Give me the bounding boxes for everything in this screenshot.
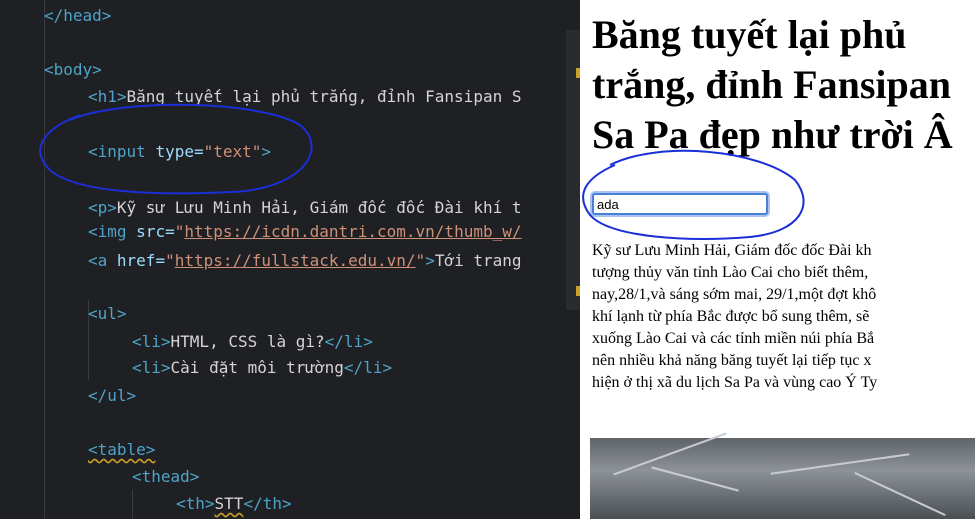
code-string: " bbox=[415, 251, 426, 270]
code-line-input[interactable]: <input type="text"> bbox=[88, 142, 271, 162]
code-line-a[interactable]: <a href="https://fullstack.edu.vn/">Tới … bbox=[88, 251, 522, 271]
code-line-ul-open[interactable]: <ul> bbox=[88, 304, 127, 324]
code-line-p[interactable]: <p>Kỹ sư Lưu Minh Hải, Giám đốc đốc Đài … bbox=[88, 198, 521, 218]
code-attr: src= bbox=[136, 222, 175, 241]
code-token: <li> bbox=[132, 358, 171, 377]
code-token: <body> bbox=[44, 60, 102, 79]
code-line-thead[interactable]: <thead> bbox=[132, 467, 199, 487]
code-line-body-open[interactable]: <body> bbox=[44, 60, 102, 80]
code-token: <a bbox=[88, 251, 108, 270]
code-token: <li> bbox=[132, 332, 171, 351]
indent-guide bbox=[132, 490, 133, 519]
code-line-li2[interactable]: <li>Cài đặt môi trường</li> bbox=[132, 358, 392, 378]
code-token: > bbox=[425, 251, 435, 270]
code-line-table[interactable]: <table> bbox=[88, 440, 155, 460]
code-text: Băng tuyết lại phủ trắng, đỉnh Fansipan … bbox=[126, 87, 522, 106]
code-text: Cài đặt môi trường bbox=[170, 358, 344, 377]
code-token: <table> bbox=[88, 440, 156, 459]
frost-twig bbox=[613, 432, 727, 476]
code-token: <thead> bbox=[132, 467, 200, 486]
code-token: </th> bbox=[243, 494, 292, 513]
code-line-li1[interactable]: <li>HTML, CSS là gì?</li> bbox=[132, 332, 373, 352]
code-line-img[interactable]: <img src="https://icdn.dantri.com.vn/thu… bbox=[88, 222, 522, 242]
code-token: <ul> bbox=[88, 304, 127, 323]
code-string: "text" bbox=[203, 142, 262, 161]
code-token: </li> bbox=[343, 358, 393, 377]
code-token: <input bbox=[88, 142, 146, 161]
frost-twig bbox=[651, 466, 739, 492]
frost-twig bbox=[854, 471, 946, 517]
code-string: " bbox=[165, 251, 175, 270]
code-token: <img bbox=[88, 222, 127, 241]
code-token: > bbox=[261, 142, 272, 161]
code-line-ul-close[interactable]: </ul> bbox=[88, 386, 136, 406]
code-editor[interactable]: </head> <body> <h1>Băng tuyết lại phủ tr… bbox=[0, 0, 580, 519]
frost-twig bbox=[770, 453, 910, 475]
text-input[interactable] bbox=[592, 193, 768, 215]
code-attr: type= bbox=[155, 142, 204, 161]
code-text: Tới trang bbox=[434, 251, 522, 270]
code-url[interactable]: https://fullstack.edu.vn/ bbox=[175, 251, 416, 270]
page-heading: Băng tuyết lại phủ trắng, đỉnh Fansipan … bbox=[592, 12, 953, 157]
code-token: </head> bbox=[44, 6, 112, 25]
code-url[interactable]: https://icdn.dantri.com.vn/thumb_w/ bbox=[184, 222, 521, 241]
code-token: <h1> bbox=[88, 87, 127, 106]
code-line-th[interactable]: <th>STT</th> bbox=[176, 494, 292, 514]
code-text: Kỹ sư Lưu Minh Hải, Giám đốc đốc Đài khí… bbox=[116, 198, 522, 217]
code-token: </ul> bbox=[88, 386, 137, 405]
code-string: " bbox=[174, 222, 185, 241]
code-token: <p> bbox=[88, 198, 117, 217]
code-line-h1[interactable]: <h1>Băng tuyết lại phủ trắng, đỉnh Fansi… bbox=[88, 87, 521, 107]
code-token: <th> bbox=[176, 494, 215, 513]
code-text: STT bbox=[214, 494, 244, 513]
code-text: HTML, CSS là gì? bbox=[170, 332, 325, 351]
article-image bbox=[590, 432, 975, 519]
code-line-head-close[interactable]: </head> bbox=[44, 6, 111, 26]
code-attr: href= bbox=[116, 251, 166, 270]
article-paragraph: Kỹ sư Lưu Minh Hải, Giám đốc đốc Đài kh … bbox=[592, 242, 878, 391]
code-token: </li> bbox=[324, 332, 373, 351]
browser-preview: Băng tuyết lại phủ trắng, đỉnh Fansipan … bbox=[580, 0, 975, 519]
